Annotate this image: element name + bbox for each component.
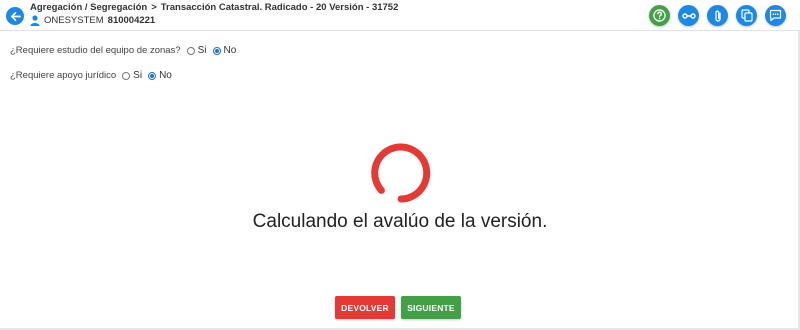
comment-icon xyxy=(769,9,782,22)
help-icon xyxy=(653,9,666,22)
loading-spinner xyxy=(371,143,431,203)
link-button[interactable] xyxy=(678,5,699,26)
user-info: ONESYSTEM 810004221 xyxy=(30,15,155,26)
radio-circle[interactable] xyxy=(122,71,131,80)
copy-button[interactable] xyxy=(736,5,757,26)
back-button[interactable] xyxy=(6,7,24,25)
breadcrumb-separator: > xyxy=(151,2,157,13)
user-name: ONESYSTEM xyxy=(44,15,104,26)
arrow-left-icon xyxy=(10,11,21,21)
radio-label-no: No xyxy=(159,70,172,81)
legal-support-radio-si[interactable]: Si xyxy=(122,70,142,81)
attachment-icon xyxy=(714,10,721,22)
zone-study-label: ¿Requiere estudio del equipo de zonas? xyxy=(10,45,181,56)
link-icon xyxy=(681,12,696,19)
top-bar: Agregación / Segregación > Transacción Cat… xyxy=(0,0,800,31)
action-toolbar xyxy=(649,5,786,26)
user-icon xyxy=(30,15,40,26)
zone-study-radio-no[interactable]: No xyxy=(212,45,237,56)
radio-circle-selected[interactable] xyxy=(212,46,221,55)
radio-circle-selected[interactable] xyxy=(148,71,157,80)
comment-button[interactable] xyxy=(765,5,786,26)
next-button[interactable]: SIGUIENTE xyxy=(401,296,461,319)
zone-study-question: ¿Requiere estudio del equipo de zonas? S… xyxy=(10,45,236,56)
radio-label-si: Si xyxy=(133,70,143,81)
breadcrumb-transaction: Transacción Catastral. Radicado - 20 Ver… xyxy=(160,2,399,13)
return-button[interactable]: DEVOLVER xyxy=(335,296,395,319)
zone-study-radio-si[interactable]: Si xyxy=(186,45,207,56)
legal-support-label: ¿Requiere apoyo jurídico xyxy=(10,70,117,81)
legal-support-radio-no[interactable]: No xyxy=(148,70,172,81)
breadcrumb-process: Agregación / Segregación xyxy=(30,2,148,13)
copy-icon xyxy=(740,9,753,22)
help-button[interactable] xyxy=(649,5,670,26)
radio-circle[interactable] xyxy=(186,46,195,55)
loading-message: Calculando el avalúo de la versión. xyxy=(252,211,548,232)
user-id: 810004221 xyxy=(107,15,156,26)
breadcrumb: Agregación / Segregación > Transacción Cat… xyxy=(30,2,398,13)
radio-label-si: Si xyxy=(197,45,207,56)
attachment-button[interactable] xyxy=(707,5,728,26)
legal-support-question: ¿Requiere apoyo jurídico Si No xyxy=(10,70,172,81)
radio-label-no: No xyxy=(223,45,237,56)
